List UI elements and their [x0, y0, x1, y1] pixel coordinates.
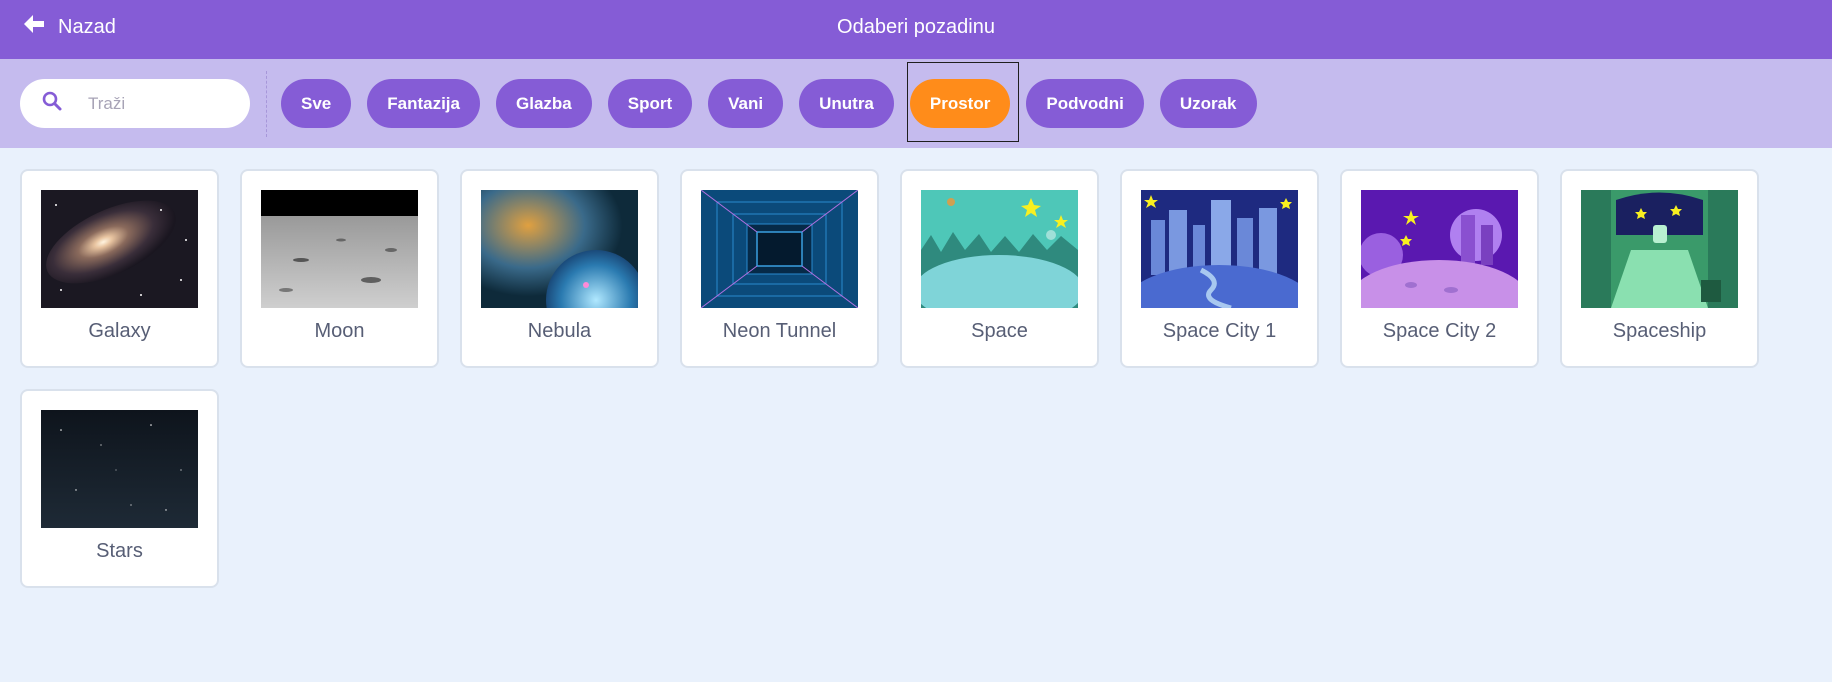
search-box[interactable] — [20, 79, 250, 128]
backdrop-name: Space City 2 — [1382, 320, 1497, 342]
space-city-1-thumbnail — [1141, 190, 1298, 308]
space-thumbnail — [921, 190, 1078, 308]
backdrop-card-moon[interactable]: Moon — [240, 169, 439, 368]
neon-tunnel-thumbnail — [701, 190, 858, 308]
tag-list: Sve Fantazija Glazba Sport Vani Unutra P… — [281, 62, 1257, 142]
backdrop-name: Space City 1 — [1162, 320, 1277, 342]
header-bar: Nazad Odaberi pozadinu — [0, 0, 1832, 59]
backdrop-name: Stars — [96, 540, 143, 562]
search-input[interactable] — [86, 92, 240, 115]
tag-button[interactable]: Fantazija — [367, 79, 480, 128]
backdrop-card-space-city-2[interactable]: Space City 2 — [1340, 169, 1539, 368]
divider — [266, 71, 267, 137]
backdrop-name: Galaxy — [88, 320, 151, 342]
backdrop-name: Space — [971, 320, 1028, 342]
tag-button[interactable]: Unutra — [799, 79, 894, 128]
backdrop-name: Nebula — [527, 320, 592, 342]
tag-button-active[interactable]: Prostor — [909, 79, 1011, 128]
backdrop-name: Moon — [314, 320, 365, 342]
filter-bar: Sve Fantazija Glazba Sport Vani Unutra P… — [0, 59, 1832, 148]
tag-button[interactable]: Sve — [281, 79, 352, 128]
tag-button[interactable]: Vani — [708, 79, 784, 128]
backdrop-card-galaxy[interactable]: Galaxy — [20, 169, 219, 368]
backdrop-card-nebula[interactable]: Nebula — [460, 169, 659, 368]
space-city-2-thumbnail — [1361, 190, 1518, 308]
backdrop-card-space-city-1[interactable]: Space City 1 — [1120, 169, 1319, 368]
backdrop-card-stars[interactable]: Stars — [20, 389, 219, 588]
backdrop-name: Neon Tunnel — [722, 320, 837, 342]
tag-button[interactable]: Podvodni — [1026, 79, 1144, 128]
spaceship-thumbnail — [1581, 190, 1738, 308]
moon-thumbnail — [261, 190, 418, 308]
search-icon — [40, 89, 64, 118]
page-title: Odaberi pozadinu — [837, 15, 995, 38]
backdrop-card-neon-tunnel[interactable]: Neon Tunnel — [680, 169, 879, 368]
galaxy-thumbnail — [41, 190, 198, 308]
tag-button[interactable]: Sport — [607, 79, 693, 128]
nebula-thumbnail — [481, 190, 638, 308]
stars-thumbnail — [41, 410, 198, 528]
backdrop-name: Spaceship — [1612, 320, 1707, 342]
backdrop-card-spaceship[interactable]: Spaceship — [1560, 169, 1759, 368]
backdrop-card-space[interactable]: Space — [900, 169, 1099, 368]
tag-button[interactable]: Uzorak — [1159, 79, 1257, 128]
tag-button[interactable]: Glazba — [496, 79, 592, 128]
